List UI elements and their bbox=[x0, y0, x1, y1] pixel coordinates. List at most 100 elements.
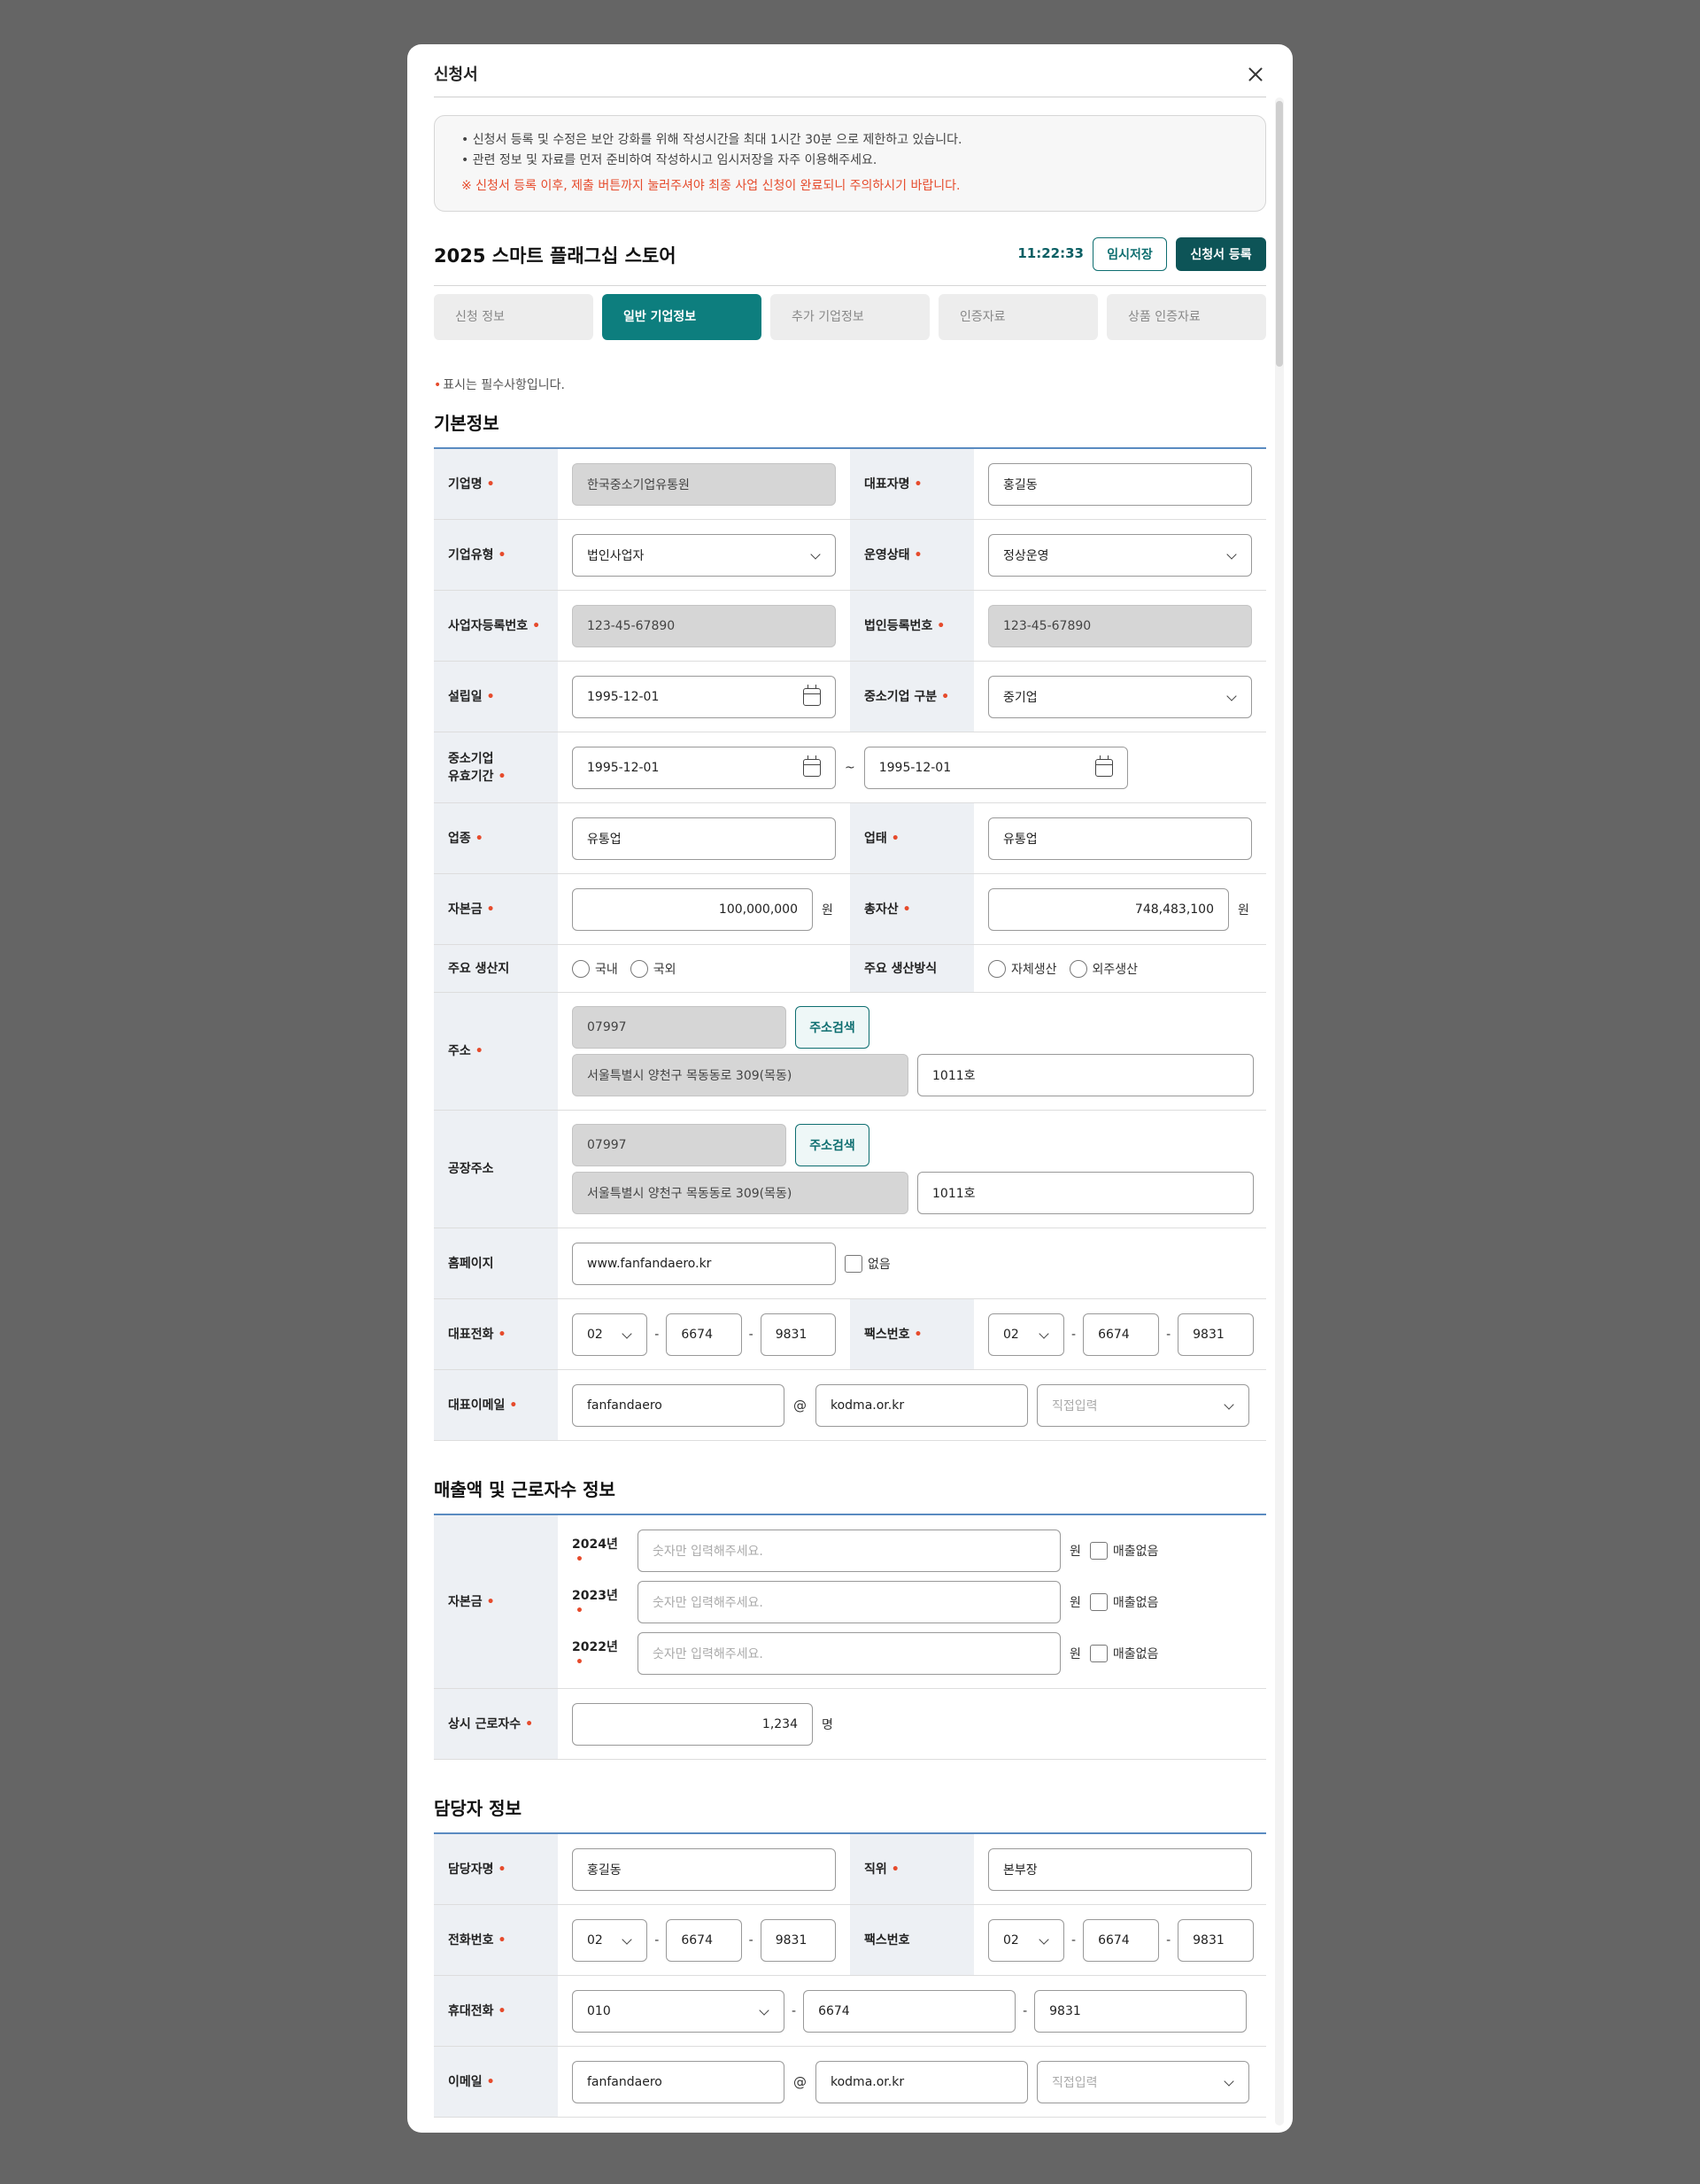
form-row: 자본금 • 2024년• 숫자만 입력해주세요. 원 매출없음 2023년• 숫자만 입력… bbox=[434, 1515, 1266, 1689]
capital-input[interactable]: 100,000,000 bbox=[572, 887, 813, 931]
mobile-prefix-select[interactable]: 010 bbox=[572, 1989, 784, 2033]
label-manager-name: 담당자명 • bbox=[434, 1834, 558, 1904]
scrollbar-thumb[interactable] bbox=[1276, 101, 1283, 367]
notice-line: • 신청서 등록 및 수정은 보안 강화를 위해 작성시간을 최대 1시간 30… bbox=[461, 133, 962, 147]
factory-address-search-button[interactable]: 주소검색 bbox=[795, 1124, 869, 1166]
address-search-button[interactable]: 주소검색 bbox=[795, 1006, 869, 1049]
manager-fax-area-select[interactable]: 02 bbox=[988, 1918, 1064, 1962]
phone-last-input[interactable]: 9831 bbox=[760, 1313, 837, 1356]
manager-phone-area-select[interactable]: 02 bbox=[572, 1918, 648, 1962]
mobile-last-input[interactable]: 9831 bbox=[1034, 1989, 1248, 2033]
form-row: 전화번호 • 02- 6674- 9831 팩스번호 02- 6674- 9831 bbox=[434, 1905, 1266, 1976]
tab-application-info[interactable]: 신청 정보 bbox=[434, 294, 593, 340]
workers-input[interactable]: 1,234 bbox=[572, 1702, 813, 1746]
manager-fax-mid-input[interactable]: 6674 bbox=[1083, 1918, 1160, 1962]
manager-fax-last-input[interactable]: 9831 bbox=[1178, 1918, 1255, 1962]
form-row: 중소기업 유효기간 • 1995-12-01 ~ 1995-12-01 bbox=[434, 732, 1266, 803]
year-label: 2022년• bbox=[572, 1639, 618, 1669]
checkbox-box[interactable] bbox=[845, 1254, 862, 1273]
manager-name-input[interactable]: 홍길동 bbox=[572, 1847, 836, 1891]
label-email: 대표이메일 • bbox=[434, 1370, 558, 1440]
label-workers: 상시 근로자수 • bbox=[434, 1689, 558, 1759]
temp-save-button[interactable]: 임시저장 bbox=[1093, 237, 1167, 271]
section-title-sales: 매출액 및 근로자수 정보 bbox=[434, 1476, 1266, 1515]
business-input[interactable]: 유통업 bbox=[988, 817, 1252, 860]
radio-circle[interactable] bbox=[630, 959, 648, 978]
phone-mid-input[interactable]: 6674 bbox=[666, 1313, 742, 1356]
manager-phone-last-input[interactable]: 9831 bbox=[760, 1918, 837, 1962]
corp-no-input: 123-45-67890 bbox=[988, 604, 1252, 647]
radio-overseas[interactable]: 국외 bbox=[630, 959, 676, 978]
timer: 11:22:33 bbox=[1017, 245, 1084, 261]
fax-area-select[interactable]: 02 bbox=[988, 1313, 1064, 1356]
sme-period-from-input[interactable]: 1995-12-01 bbox=[572, 746, 836, 789]
radio-domestic[interactable]: 국내 bbox=[572, 959, 618, 978]
unit-won: 원 bbox=[1238, 902, 1249, 918]
calendar-icon[interactable] bbox=[803, 684, 821, 706]
address2-input[interactable]: 1011호 bbox=[917, 1054, 1254, 1096]
no-sales-2023-checkbox[interactable]: 매출없음 bbox=[1089, 1592, 1158, 1611]
fax-last-input[interactable]: 9831 bbox=[1178, 1313, 1255, 1356]
sme-class-select[interactable]: 중기업 bbox=[988, 675, 1252, 718]
sales-2024-input[interactable]: 숫자만 입력해주세요. bbox=[638, 1529, 1061, 1572]
manager-email-domain-select[interactable]: 직접입력 bbox=[1037, 2060, 1249, 2103]
mobile-mid-input[interactable]: 6674 bbox=[803, 1989, 1016, 2033]
phone-area-select[interactable]: 02 bbox=[572, 1313, 648, 1356]
form-row: 대표이메일 • fanfandaero @ kodma.or.kr 직접입력 bbox=[434, 1370, 1266, 1441]
tab-general-company-info[interactable]: 일반 기업정보 bbox=[602, 294, 761, 340]
homepage-none-checkbox[interactable]: 없음 bbox=[845, 1254, 891, 1273]
industry-input[interactable]: 유통업 bbox=[572, 817, 836, 860]
form-row: 업종 • 유통업 업태 • 유통업 bbox=[434, 803, 1266, 874]
radio-circle[interactable] bbox=[1069, 959, 1087, 978]
scrollbar[interactable] bbox=[1275, 97, 1284, 2126]
label-company-type: 기업유형 • bbox=[434, 520, 558, 590]
application-modal: 신청서 • 신청서 등록 및 수정은 보안 강화를 위해 작성시간을 최대 1시… bbox=[407, 44, 1293, 2133]
calendar-icon[interactable] bbox=[1094, 755, 1113, 777]
no-sales-2024-checkbox[interactable]: 매출없음 bbox=[1089, 1541, 1158, 1560]
tab-certification[interactable]: 인증자료 bbox=[939, 294, 1098, 340]
company-type-select[interactable]: 법인사업자 bbox=[572, 533, 836, 577]
founded-date-input[interactable]: 1995-12-01 bbox=[572, 675, 836, 718]
year-label: 2024년• bbox=[572, 1537, 618, 1567]
manager-email-id-input[interactable]: fanfandaero bbox=[572, 2060, 784, 2103]
form-row: 대표전화 • 02- 6674- 9831 팩스번호 • 02- 6674- 983… bbox=[434, 1299, 1266, 1370]
close-icon[interactable] bbox=[1245, 64, 1266, 85]
tab-additional-company-info[interactable]: 추가 기업정보 bbox=[770, 294, 930, 340]
radio-circle[interactable] bbox=[988, 959, 1006, 978]
tab-product-certification[interactable]: 상품 인증자료 bbox=[1107, 294, 1266, 340]
form-row: 휴대전화 • 010- 6674- 9831 bbox=[434, 1976, 1266, 2047]
form-row: 자본금 • 100,000,000 원 총자산 • 748,483,100 원 bbox=[434, 874, 1266, 945]
label-fax: 팩스번호 • bbox=[850, 1299, 974, 1369]
factory-address2-input[interactable]: 1011호 bbox=[917, 1172, 1254, 1214]
label-corp-no: 법인등록번호 • bbox=[850, 591, 974, 661]
manager-phone-mid-input[interactable]: 6674 bbox=[666, 1918, 742, 1962]
required-note-text: 표시는 필수사항입니다. bbox=[443, 378, 565, 392]
label-company-name: 기업명 • bbox=[434, 449, 558, 519]
label-biz-no: 사업자등록번호 • bbox=[434, 591, 558, 661]
op-status-select[interactable]: 정상운영 bbox=[988, 533, 1252, 577]
calendar-icon[interactable] bbox=[803, 755, 821, 777]
homepage-input[interactable]: www.fanfandaero.kr bbox=[572, 1242, 836, 1285]
submit-button[interactable]: 신청서 등록 bbox=[1176, 237, 1266, 271]
radio-outsourced[interactable]: 외주생산 bbox=[1069, 959, 1138, 978]
email-id-input[interactable]: fanfandaero bbox=[572, 1383, 784, 1427]
required-mark: • bbox=[434, 378, 442, 392]
at-sign: @ bbox=[793, 2073, 807, 2090]
sme-period-to-input[interactable]: 1995-12-01 bbox=[863, 746, 1128, 789]
radio-circle[interactable] bbox=[572, 959, 590, 978]
modal-content: • 신청서 등록 및 수정은 보안 강화를 위해 작성시간을 최대 1시간 30… bbox=[434, 115, 1266, 2118]
fax-mid-input[interactable]: 6674 bbox=[1083, 1313, 1160, 1356]
sales-2023-input[interactable]: 숫자만 입력해주세요. bbox=[638, 1580, 1061, 1623]
assets-input[interactable]: 748,483,100 bbox=[988, 887, 1229, 931]
email-domain-input[interactable]: kodma.or.kr bbox=[815, 1383, 1028, 1427]
position-input[interactable]: 본부장 bbox=[988, 1847, 1252, 1891]
label-capital: 자본금 • bbox=[434, 874, 558, 944]
manager-email-domain-input[interactable]: kodma.or.kr bbox=[815, 2060, 1028, 2103]
unit-people: 명 bbox=[822, 1717, 833, 1732]
email-domain-select[interactable]: 직접입력 bbox=[1037, 1383, 1249, 1427]
no-sales-2022-checkbox[interactable]: 매출없음 bbox=[1089, 1644, 1158, 1662]
sales-2022-input[interactable]: 숫자만 입력해주세요. bbox=[638, 1631, 1061, 1675]
label-industry: 업종 • bbox=[434, 803, 558, 873]
radio-self-production[interactable]: 자체생산 bbox=[988, 959, 1057, 978]
ceo-input[interactable]: 홍길동 bbox=[988, 462, 1252, 506]
